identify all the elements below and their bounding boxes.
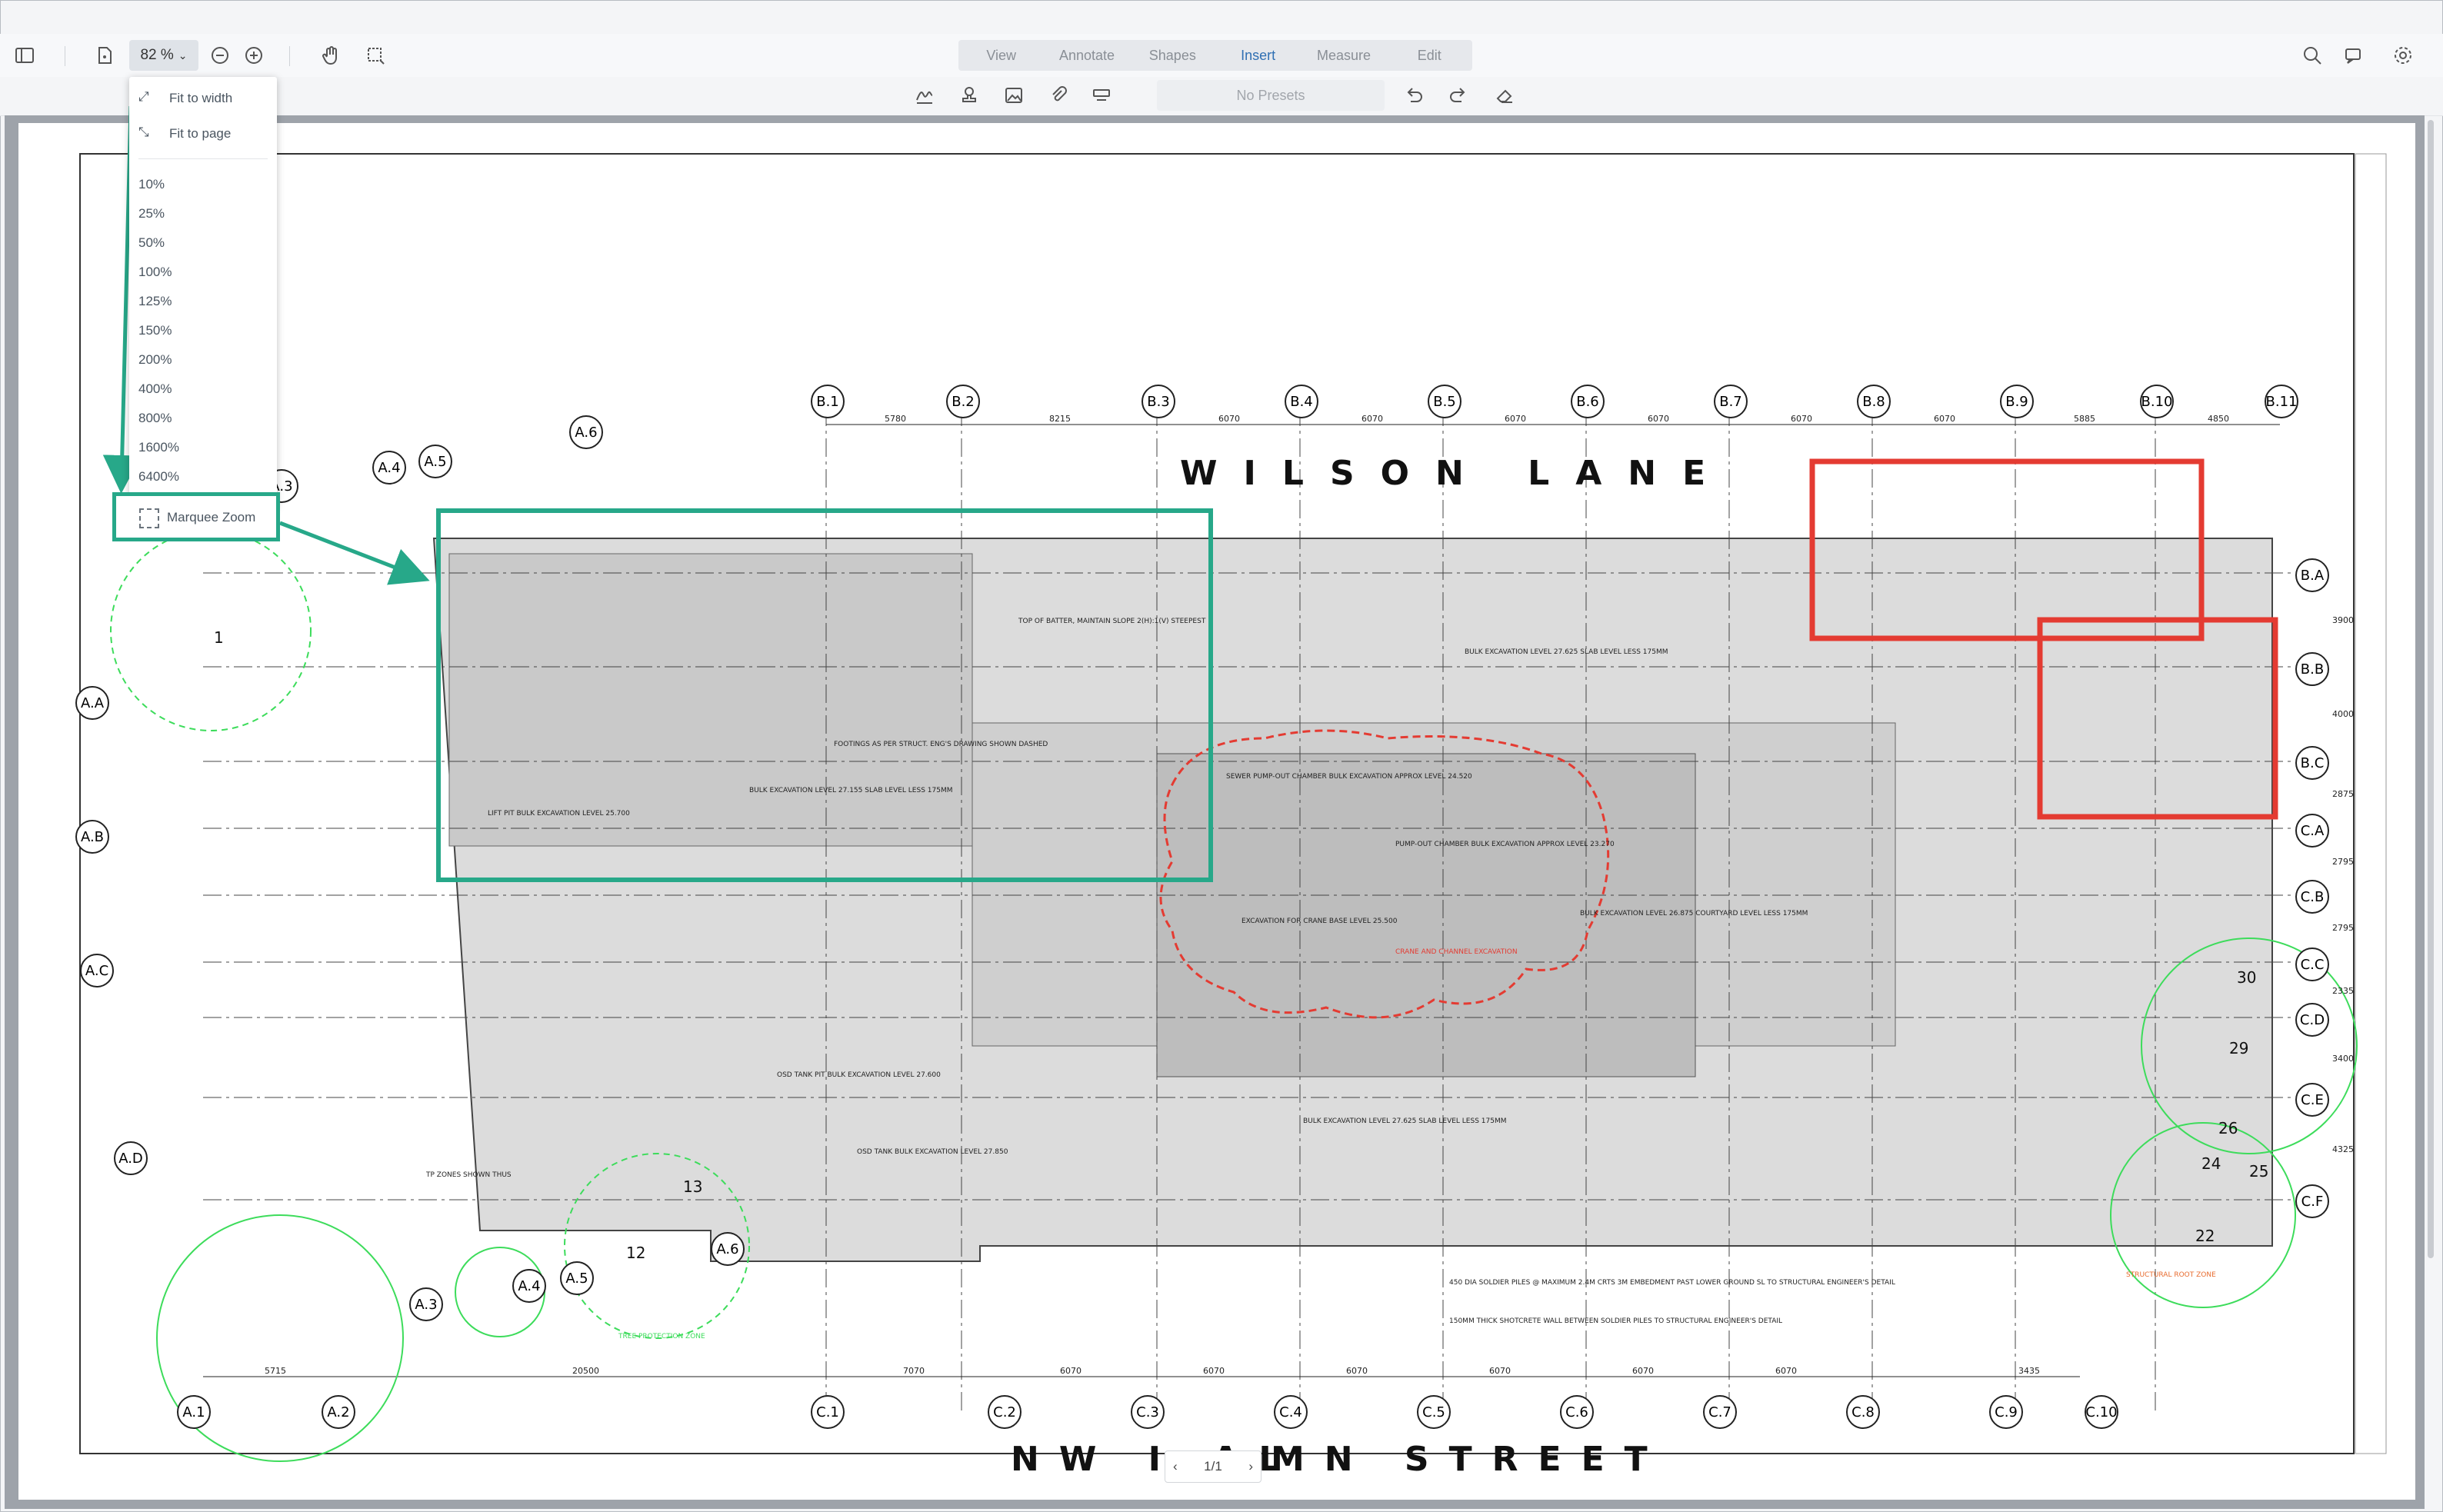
marquee-zoom-icon (139, 508, 159, 528)
fit-to-width-option[interactable]: Fit to width (169, 91, 232, 106)
marquee-zoom-option[interactable]: Marquee Zoom (112, 492, 280, 541)
tutorial-arrows (102, 105, 430, 585)
zoom-option-25[interactable]: 25% (138, 206, 165, 221)
next-page-icon[interactable]: › (1248, 1459, 1253, 1474)
zoom-option-1600[interactable]: 1600% (138, 440, 179, 455)
zoom-option-6400[interactable]: 6400% (138, 469, 179, 485)
page-navigator: ‹ 1/1 › (1165, 1450, 1261, 1483)
zoom-option-10[interactable]: 10% (138, 177, 165, 192)
zoom-option-100[interactable]: 100% (138, 265, 172, 280)
arrow-to-region (279, 521, 430, 585)
zoom-dropdown-menu: ⤢ Fit to width ⤡ Fit to page 10% 25% 50%… (129, 77, 277, 508)
page-counter: 1/1 (1204, 1459, 1222, 1474)
zoom-option-150[interactable]: 150% (138, 323, 172, 338)
zoom-option-50[interactable]: 50% (138, 235, 165, 251)
fit-width-icon: ⤢ (138, 89, 149, 104)
zoom-option-800[interactable]: 800% (138, 411, 172, 426)
marquee-zoom-label: Marquee Zoom (167, 510, 256, 525)
zoom-option-200[interactable]: 200% (138, 352, 172, 368)
fit-page-icon: ⤡ (138, 125, 149, 139)
zoom-option-400[interactable]: 400% (138, 381, 172, 397)
zoom-option-125[interactable]: 125% (138, 294, 172, 309)
previous-page-icon[interactable]: ‹ (1173, 1459, 1178, 1474)
fit-to-page-option[interactable]: Fit to page (169, 126, 231, 142)
